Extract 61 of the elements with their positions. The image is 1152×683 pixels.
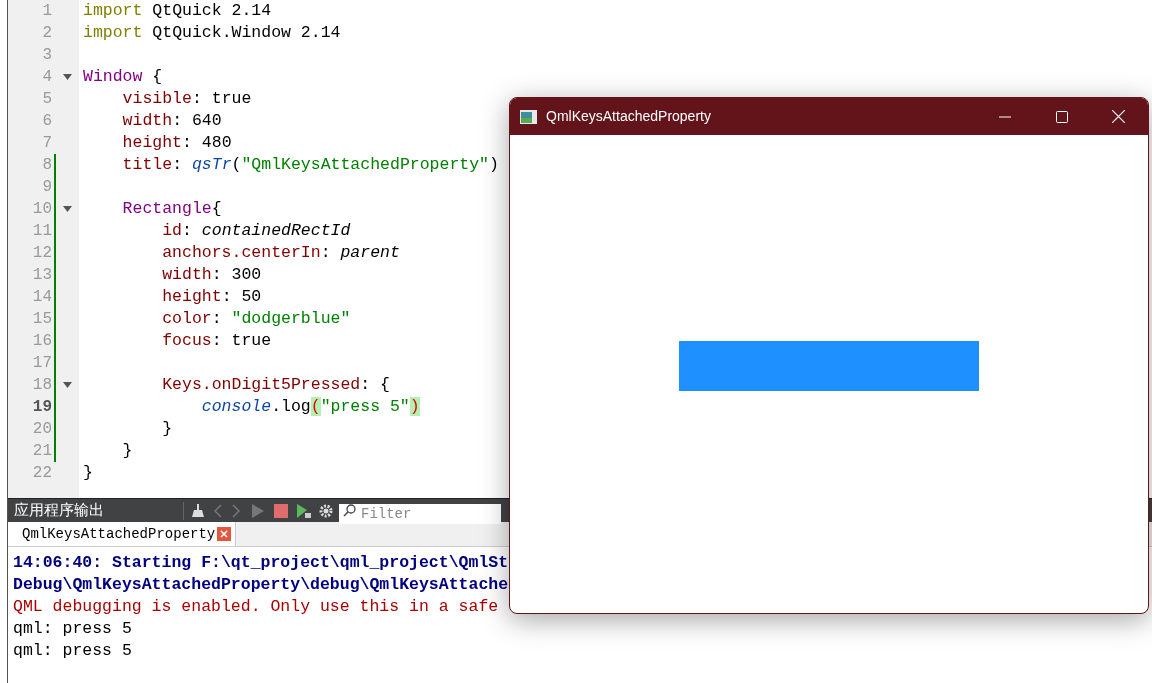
code-line: console.log("press 5") — [200, 395, 420, 418]
code-line: focus: true — [161, 329, 272, 352]
line-number: 16 — [31, 331, 52, 352]
line-number: 20 — [31, 419, 52, 440]
line-number: 11 — [31, 221, 52, 242]
line-number: 1 — [41, 1, 52, 22]
maximize-icon[interactable] — [1056, 110, 1068, 123]
line-number: 4 — [41, 67, 52, 88]
code-line: width: 300 — [161, 263, 262, 286]
code-line: Rectangle{ — [121, 197, 222, 220]
code-line: width: 640 — [121, 109, 222, 132]
code-line: } — [121, 439, 133, 462]
search-icon — [343, 503, 357, 518]
code-line: Keys.onDigit5Pressed: { — [161, 373, 390, 396]
code-line: height: 480 — [121, 131, 232, 154]
window-title: QmlKeysAttachedProperty — [546, 107, 712, 126]
line-number: 5 — [41, 89, 52, 110]
close-icon[interactable] — [1112, 110, 1125, 123]
line-number: 13 — [31, 265, 52, 286]
line-number: 14 — [31, 287, 52, 308]
line-number: 6 — [41, 111, 52, 132]
line-number: 3 — [41, 45, 52, 66]
stop-icon[interactable] — [274, 503, 288, 518]
code-line: id: containedRectId — [161, 219, 351, 242]
line-number: 22 — [31, 463, 52, 484]
output-line: qml: press 5 — [13, 618, 133, 640]
code-line: title: qsTr("QmlKeysAttachedProperty") — [121, 153, 499, 176]
code-line: height: 50 — [161, 285, 262, 308]
output-tab[interactable]: QmlKeysAttachedProperty — [8, 522, 237, 546]
line-number: 19 — [31, 397, 52, 418]
code-line: anchors.centerIn: parent — [161, 241, 400, 264]
output-line: qml: press 5 — [13, 640, 133, 662]
code-line: color: "dodgerblue" — [161, 307, 351, 330]
code-line: import QtQuick.Window 2.14 — [83, 21, 341, 44]
filter-field[interactable]: Filter — [339, 504, 501, 524]
line-number: 15 — [31, 309, 52, 330]
line-number: 17 — [31, 353, 52, 374]
code-line: visible: true — [121, 87, 252, 110]
broom-icon[interactable] — [192, 503, 206, 518]
fold-arrow-icon[interactable] — [63, 382, 72, 388]
line-number: 2 — [41, 23, 52, 44]
line-number: 18 — [31, 375, 52, 396]
code-line: } — [83, 461, 93, 484]
line-number: 9 — [41, 177, 52, 198]
pane-title: 应用程序输出 — [13, 500, 105, 521]
line-number: 10 — [31, 199, 52, 220]
line-number: 7 — [41, 133, 52, 154]
run-icon[interactable] — [297, 503, 311, 518]
line-number: 12 — [31, 243, 52, 264]
fold-arrow-icon[interactable] — [63, 206, 72, 212]
code-line: } — [161, 417, 173, 440]
app-icon — [520, 109, 537, 124]
line-number: 21 — [31, 441, 52, 462]
output-line: QML debugging is enabled. Only use this in a safe — [13, 596, 500, 618]
settings-icon[interactable] — [319, 503, 333, 518]
fold-arrow-icon[interactable] — [63, 74, 72, 80]
code-line: import QtQuick 2.14 — [83, 0, 272, 22]
code-line: Window { — [83, 65, 163, 88]
line-number: 8 — [41, 155, 52, 176]
output-line: 14:06:40: Starting F:\qt_project\qml_project\QmlSt — [13, 552, 510, 574]
output-line: Debug\QmlKeysAttachedProperty\debug\QmlKeysAttache — [13, 574, 510, 596]
